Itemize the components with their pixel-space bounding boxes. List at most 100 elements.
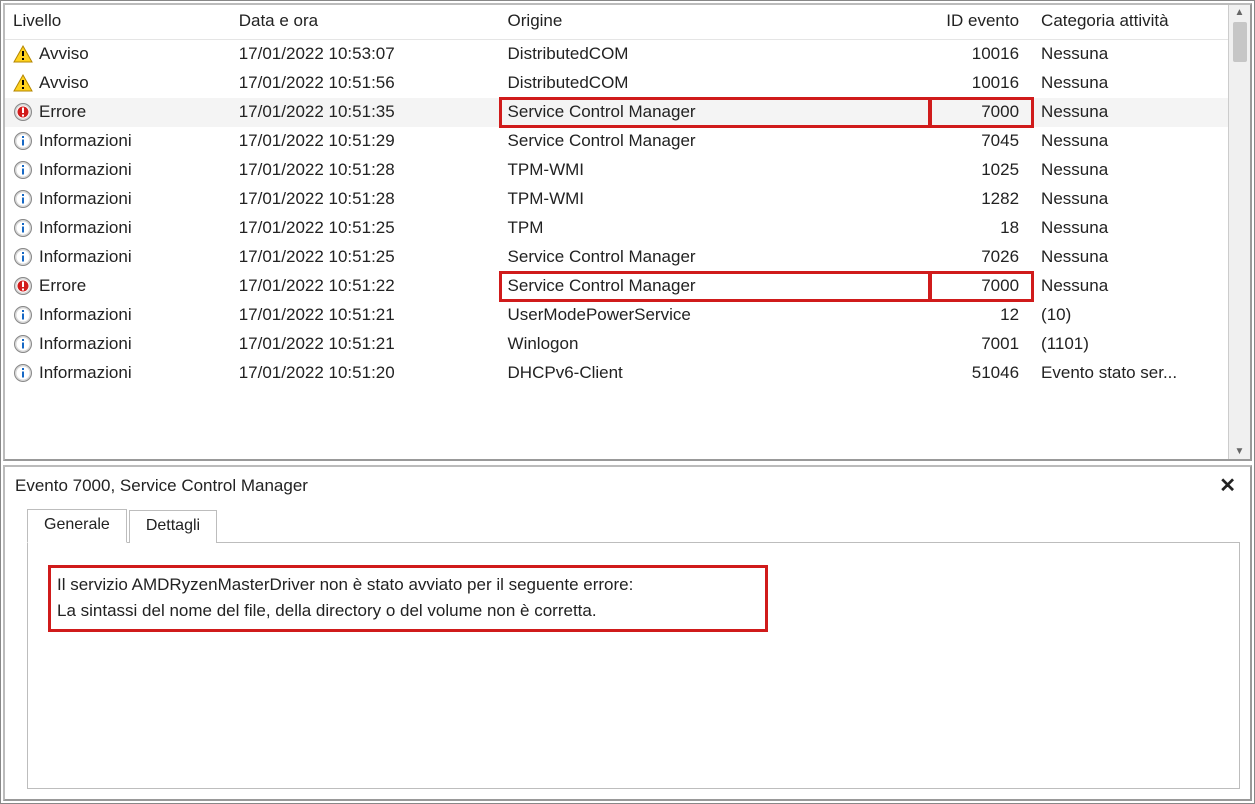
col-header-source[interactable]: Origine (500, 5, 931, 40)
event-viewer-window: Livello Data e ora Origine ID evento Cat… (0, 0, 1255, 804)
table-row[interactable]: Informazioni 17/01/2022 10:51:28TPM-WMI10… (5, 156, 1228, 185)
cell-event-id: 1282 (930, 185, 1033, 214)
cell-level: Informazioni (39, 247, 132, 267)
cell-category: Evento stato ser... (1033, 359, 1228, 388)
cell-category: (10) (1033, 301, 1228, 330)
vertical-scrollbar[interactable]: ▲ ▼ (1228, 5, 1250, 459)
cell-category: Nessuna (1033, 272, 1228, 301)
event-detail-panel: Evento 7000, Service Control Manager ✕ G… (3, 465, 1252, 801)
detail-header: Evento 7000, Service Control Manager ✕ (5, 467, 1250, 502)
info-icon (13, 334, 33, 354)
cell-level: Informazioni (39, 189, 132, 209)
info-icon (13, 247, 33, 267)
cell-level: Informazioni (39, 131, 132, 151)
close-icon[interactable]: ✕ (1215, 473, 1240, 498)
cell-source: DistributedCOM (500, 40, 931, 70)
warning-icon (13, 44, 33, 64)
info-icon (13, 363, 33, 383)
cell-event-id: 51046 (930, 359, 1033, 388)
tab-body-general: Il servizio AMDRyzenMasterDriver non è s… (27, 542, 1240, 789)
cell-source: Service Control Manager (500, 243, 931, 272)
cell-event-id: 7045 (930, 127, 1033, 156)
cell-date: 17/01/2022 10:53:07 (231, 40, 500, 70)
cell-source: TPM-WMI (500, 156, 931, 185)
cell-date: 17/01/2022 10:51:56 (231, 69, 500, 98)
table-row[interactable]: Avviso 17/01/2022 10:53:07DistributedCOM1… (5, 40, 1228, 70)
table-row[interactable]: Informazioni 17/01/2022 10:51:25Service C… (5, 243, 1228, 272)
table-row[interactable]: Informazioni 17/01/2022 10:51:28TPM-WMI12… (5, 185, 1228, 214)
event-message-line2: La sintassi del nome del file, della dir… (57, 598, 759, 624)
scroll-down-icon[interactable]: ▼ (1235, 446, 1245, 457)
event-list-scroll[interactable]: Livello Data e ora Origine ID evento Cat… (5, 5, 1228, 459)
cell-date: 17/01/2022 10:51:25 (231, 214, 500, 243)
table-header-row: Livello Data e ora Origine ID evento Cat… (5, 5, 1228, 40)
cell-category: Nessuna (1033, 185, 1228, 214)
cell-event-id: 7000 (930, 98, 1033, 127)
info-icon (13, 305, 33, 325)
table-row[interactable]: Informazioni17/01/2022 10:51:25TPM18Ness… (5, 214, 1228, 243)
event-list-panel: Livello Data e ora Origine ID evento Cat… (3, 3, 1252, 461)
cell-source: TPM-WMI (500, 185, 931, 214)
table-row[interactable]: Avviso17/01/2022 10:51:56DistributedCOM1… (5, 69, 1228, 98)
cell-source: Service Control Manager (500, 272, 931, 301)
cell-date: 17/01/2022 10:51:28 (231, 185, 500, 214)
cell-level: Avviso (39, 73, 89, 93)
tab-details[interactable]: Dettagli (129, 510, 217, 543)
cell-level: Informazioni (39, 334, 132, 354)
cell-category: Nessuna (1033, 40, 1228, 70)
cell-event-id: 10016 (930, 40, 1033, 70)
cell-level: Informazioni (39, 363, 132, 383)
cell-level: Informazioni (39, 218, 132, 238)
cell-date: 17/01/2022 10:51:35 (231, 98, 500, 127)
cell-source: DistributedCOM (500, 69, 931, 98)
cell-source: UserModePowerService (500, 301, 931, 330)
cell-source: DHCPv6-Client (500, 359, 931, 388)
cell-level: Errore (39, 276, 86, 296)
col-header-date[interactable]: Data e ora (231, 5, 500, 40)
cell-category: Nessuna (1033, 69, 1228, 98)
table-row[interactable]: Informazioni 17/01/2022 10:51:20DHCPv6-Cl… (5, 359, 1228, 388)
cell-category: Nessuna (1033, 127, 1228, 156)
col-header-level[interactable]: Livello (5, 5, 231, 40)
error-icon (13, 102, 33, 122)
cell-event-id: 1025 (930, 156, 1033, 185)
table-row[interactable]: Errore 17/01/2022 10:51:22Service Control… (5, 272, 1228, 301)
table-row[interactable]: Errore 17/01/2022 10:51:35Service Control… (5, 98, 1228, 127)
cell-event-id: 7000 (930, 272, 1033, 301)
cell-category: Nessuna (1033, 243, 1228, 272)
cell-event-id: 7001 (930, 330, 1033, 359)
info-icon (13, 131, 33, 151)
event-message-highlight: Il servizio AMDRyzenMasterDriver non è s… (48, 565, 768, 632)
cell-level: Informazioni (39, 305, 132, 325)
cell-date: 17/01/2022 10:51:20 (231, 359, 500, 388)
cell-event-id: 12 (930, 301, 1033, 330)
cell-date: 17/01/2022 10:51:22 (231, 272, 500, 301)
cell-level: Informazioni (39, 160, 132, 180)
table-row[interactable]: Informazioni 17/01/2022 10:51:21UserModeP… (5, 301, 1228, 330)
table-row[interactable]: Informazioni 17/01/2022 10:51:21Winlogon7… (5, 330, 1228, 359)
cell-source: Service Control Manager (500, 98, 931, 127)
event-message-line1: Il servizio AMDRyzenMasterDriver non è s… (57, 572, 759, 598)
tab-general[interactable]: Generale (27, 509, 127, 543)
cell-source: Winlogon (500, 330, 931, 359)
cell-level: Avviso (39, 44, 89, 64)
scroll-up-icon[interactable]: ▲ (1235, 7, 1245, 18)
cell-date: 17/01/2022 10:51:25 (231, 243, 500, 272)
col-header-category[interactable]: Categoria attività (1033, 5, 1228, 40)
scroll-thumb[interactable] (1233, 22, 1247, 62)
cell-date: 17/01/2022 10:51:21 (231, 330, 500, 359)
cell-category: (1101) (1033, 330, 1228, 359)
info-icon (13, 189, 33, 209)
detail-tabs: Generale Dettagli (5, 502, 1250, 542)
info-icon (13, 160, 33, 180)
cell-level: Errore (39, 102, 86, 122)
table-row[interactable]: Informazioni17/01/2022 10:51:29Service C… (5, 127, 1228, 156)
warning-icon (13, 73, 33, 93)
cell-event-id: 18 (930, 214, 1033, 243)
cell-event-id: 7026 (930, 243, 1033, 272)
cell-date: 17/01/2022 10:51:29 (231, 127, 500, 156)
cell-date: 17/01/2022 10:51:28 (231, 156, 500, 185)
col-header-id[interactable]: ID evento (930, 5, 1033, 40)
cell-category: Nessuna (1033, 214, 1228, 243)
cell-date: 17/01/2022 10:51:21 (231, 301, 500, 330)
